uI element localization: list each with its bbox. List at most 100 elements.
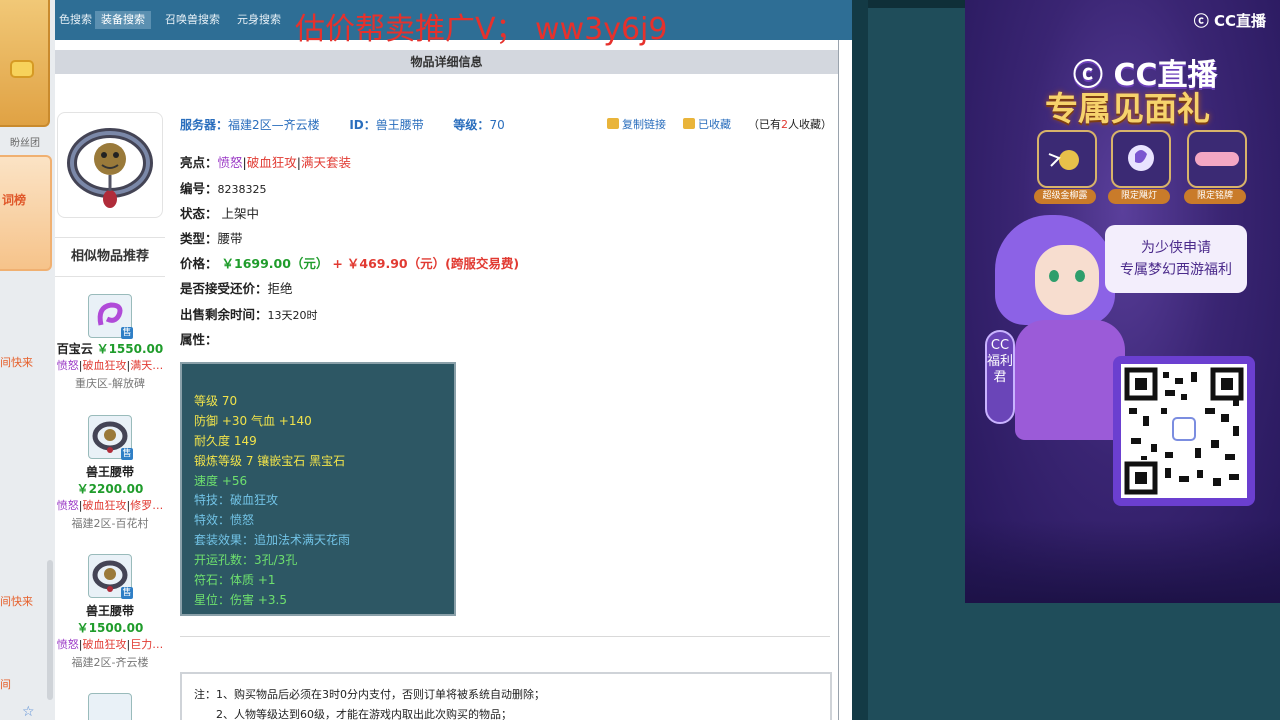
id-label: ID： [349, 118, 376, 132]
similar-item-tags: 愤怒|破血狂攻|巨力… [56, 638, 164, 651]
rank-tile-text: 词榜 [2, 193, 27, 207]
similar-item[interactable]: 售 百宝云 ￥1550.00 愤怒|破血狂攻|满天… 重庆区-解放碑 [55, 294, 165, 391]
tab-role-search[interactable]: 色搜索 [55, 11, 98, 29]
item-thumbnail[interactable]: 售 [88, 415, 133, 460]
attributes-label: 属性： [180, 332, 218, 347]
ad-decoration [965, 520, 1280, 603]
side-fast-item[interactable]: 间 [0, 676, 11, 692]
id-value: 兽王腰带 [375, 118, 424, 132]
copy-link-button[interactable]: 复制链接 [622, 118, 666, 131]
highlight-tag: 破血狂攻 [246, 155, 297, 170]
similar-item-name: 百宝云 [56, 342, 93, 356]
similar-item-location: 重庆区-解放碑 [75, 377, 145, 390]
promo-watermark: 估价帮卖推广V； ww3y6j9 [295, 12, 668, 47]
left-side-panel: 盼丝团 词榜 间快来 间快来 间 ☆ [0, 0, 55, 720]
tab-avatar-search[interactable]: 元身搜索 [231, 11, 287, 29]
note-line: 注：1、购买物品后必须在3时0分内支付，否则订单将被系统自动删除； [194, 688, 545, 701]
attr-line: 特效：愤怒 [194, 513, 255, 527]
belt-icon [67, 128, 153, 208]
sell-badge: 售 [121, 327, 133, 339]
similar-item-location: 福建2区-百花村 [71, 517, 149, 530]
lantern-icon [1111, 130, 1171, 188]
item-meta-row: 服务器：福建2区—齐云楼 ID：兽王腰带 等级：70 复制链接 已收藏 （已有2… [180, 116, 832, 132]
attr-line: 星位：伤害 +3.5 [194, 593, 287, 607]
item-thumbnail[interactable] [88, 693, 132, 720]
favorite-count: （已有2人收藏） [748, 118, 832, 131]
nameplate-icon [1187, 130, 1247, 188]
gift-label: 限定飓灯 [1108, 189, 1170, 204]
side-label: 盼丝团 [10, 138, 40, 149]
cc-live-logo: ⓒ CC直播 [1193, 12, 1266, 30]
star-icon[interactable]: ☆ [22, 704, 35, 720]
similar-item[interactable] [55, 693, 165, 720]
attributes-panel: 等级 70 防御 +30 气血 +140 耐久度 149 锻炼等级 7 镶嵌宝石… [180, 362, 456, 616]
highlights-row: 亮点：愤怒|破血狂攻|满天套装 [180, 155, 351, 170]
similar-item-tags: 愤怒|破血狂攻|修罗… [56, 499, 164, 512]
similar-item-tags: 愤怒|破血狂攻|满天… [56, 359, 164, 372]
status-value: 上架中 [221, 206, 260, 221]
rank-tile[interactable]: 词榜 [0, 155, 52, 271]
item-detail-page: 色搜索 装备搜索 召唤兽搜索 元身搜索 估价帮卖推广V； ww3y6j9 物品详… [55, 0, 852, 720]
highlight-tag: 愤怒 [217, 155, 243, 170]
background-panel [852, 0, 965, 720]
similar-item[interactable]: 售 兽王腰带 ￥2200.00 愤怒|破血狂攻|修罗… 福建2区-百花村 [55, 415, 165, 531]
similar-item-price: ￥1500.00 [76, 621, 144, 635]
promo-tile[interactable] [0, 0, 50, 127]
sell-badge: 售 [121, 448, 133, 460]
gift-label: 超级金柳露 [1034, 189, 1096, 204]
serial-row: 编号：8238325 [180, 181, 267, 196]
similar-item-price: ￥1550.00 [96, 342, 164, 356]
server-value: 福建2区—齐云楼 [228, 118, 320, 132]
side-fast-item[interactable]: 间快来 [0, 354, 33, 370]
background-panel [965, 603, 1280, 720]
gift-icon [1037, 130, 1097, 188]
cc-live-ad-banner[interactable]: ⓒ CC直播 ⓒ CC直播 专属见面礼 超级金柳露 限定飓灯 限定铭牌 为少侠申… [965, 0, 1280, 603]
side-fast-item[interactable]: 间快来 [0, 593, 33, 609]
cc-welfare-tag: CC福利君 [985, 330, 1015, 424]
fee-value: ￥469.90（元）(跨服交易费) [346, 256, 520, 271]
favorite-icon [683, 118, 695, 129]
highlight-tag: 满天套装 [300, 155, 351, 170]
similar-item-price: ￥2200.00 [76, 482, 144, 496]
divider [838, 40, 839, 720]
note-line: 2、人物等级达到60级，才能在游戏内取出此次购买的物品； [216, 708, 512, 720]
tab-pet-search[interactable]: 召唤兽搜索 [159, 11, 226, 29]
gift-label: 限定铭牌 [1184, 189, 1246, 204]
item-actions: 复制链接 已收藏 （已有2人收藏） [607, 116, 832, 132]
attr-line: 特技：破血狂攻 [194, 493, 279, 507]
attr-line: 防御 +30 气血 +140 [194, 414, 312, 428]
purchase-notes: 注：1、购买物品后必须在3时0分内支付，否则订单将被系统自动删除； 2、人物等级… [180, 672, 832, 720]
similar-item-location: 福建2区-齐云楼 [71, 656, 149, 669]
scrollbar[interactable] [47, 560, 53, 700]
similar-items-header: 相似物品推荐 [55, 237, 165, 277]
attr-line: 符石：体质 +1 [194, 573, 276, 587]
similar-item[interactable]: 售 兽王腰带 ￥1500.00 愤怒|破血狂攻|巨力… 福建2区-齐云楼 [55, 554, 165, 670]
level-value: 70 [489, 118, 505, 132]
item-thumbnail[interactable]: 售 [88, 294, 133, 339]
bargain-row: 是否接受还价：拒绝 [180, 281, 293, 296]
link-icon [607, 118, 619, 129]
remaining-time-value: 13天20时 [267, 309, 318, 322]
attr-line: 开运孔数：3孔/3孔 [194, 553, 298, 567]
attr-line: 套装效果：追加法术满天花雨 [194, 533, 351, 547]
item-image [57, 112, 163, 218]
tab-equipment-search[interactable]: 装备搜索 [95, 11, 151, 29]
qr-code[interactable] [1121, 364, 1247, 498]
remaining-time-row: 出售剩余时间：13天20时 [180, 307, 318, 322]
coin-icon [12, 62, 32, 76]
divider [180, 636, 830, 637]
price-row: 价格： ￥1699.00（元） + ￥469.90（元）(跨服交易费) [180, 256, 520, 271]
similar-item-name: 兽王腰带 [85, 604, 134, 618]
ad-headline: 专属见面礼 [1045, 89, 1210, 128]
detail-header: 物品详细信息 [55, 50, 838, 74]
serial-value: 8238325 [217, 183, 267, 196]
similar-item-name: 兽王腰带 [85, 465, 134, 479]
favorited-button[interactable]: 已收藏 [698, 118, 731, 131]
server-label: 服务器： [180, 118, 229, 132]
attr-line: 速度 +56 [194, 474, 248, 488]
status-row: 状态： 上架中 [180, 206, 260, 221]
attr-line: 等级 70 [194, 394, 238, 408]
speech-bubble: 为少侠申请 专属梦幻西游福利 [1105, 225, 1247, 293]
sell-badge: 售 [121, 587, 133, 599]
item-thumbnail[interactable]: 售 [88, 554, 133, 599]
